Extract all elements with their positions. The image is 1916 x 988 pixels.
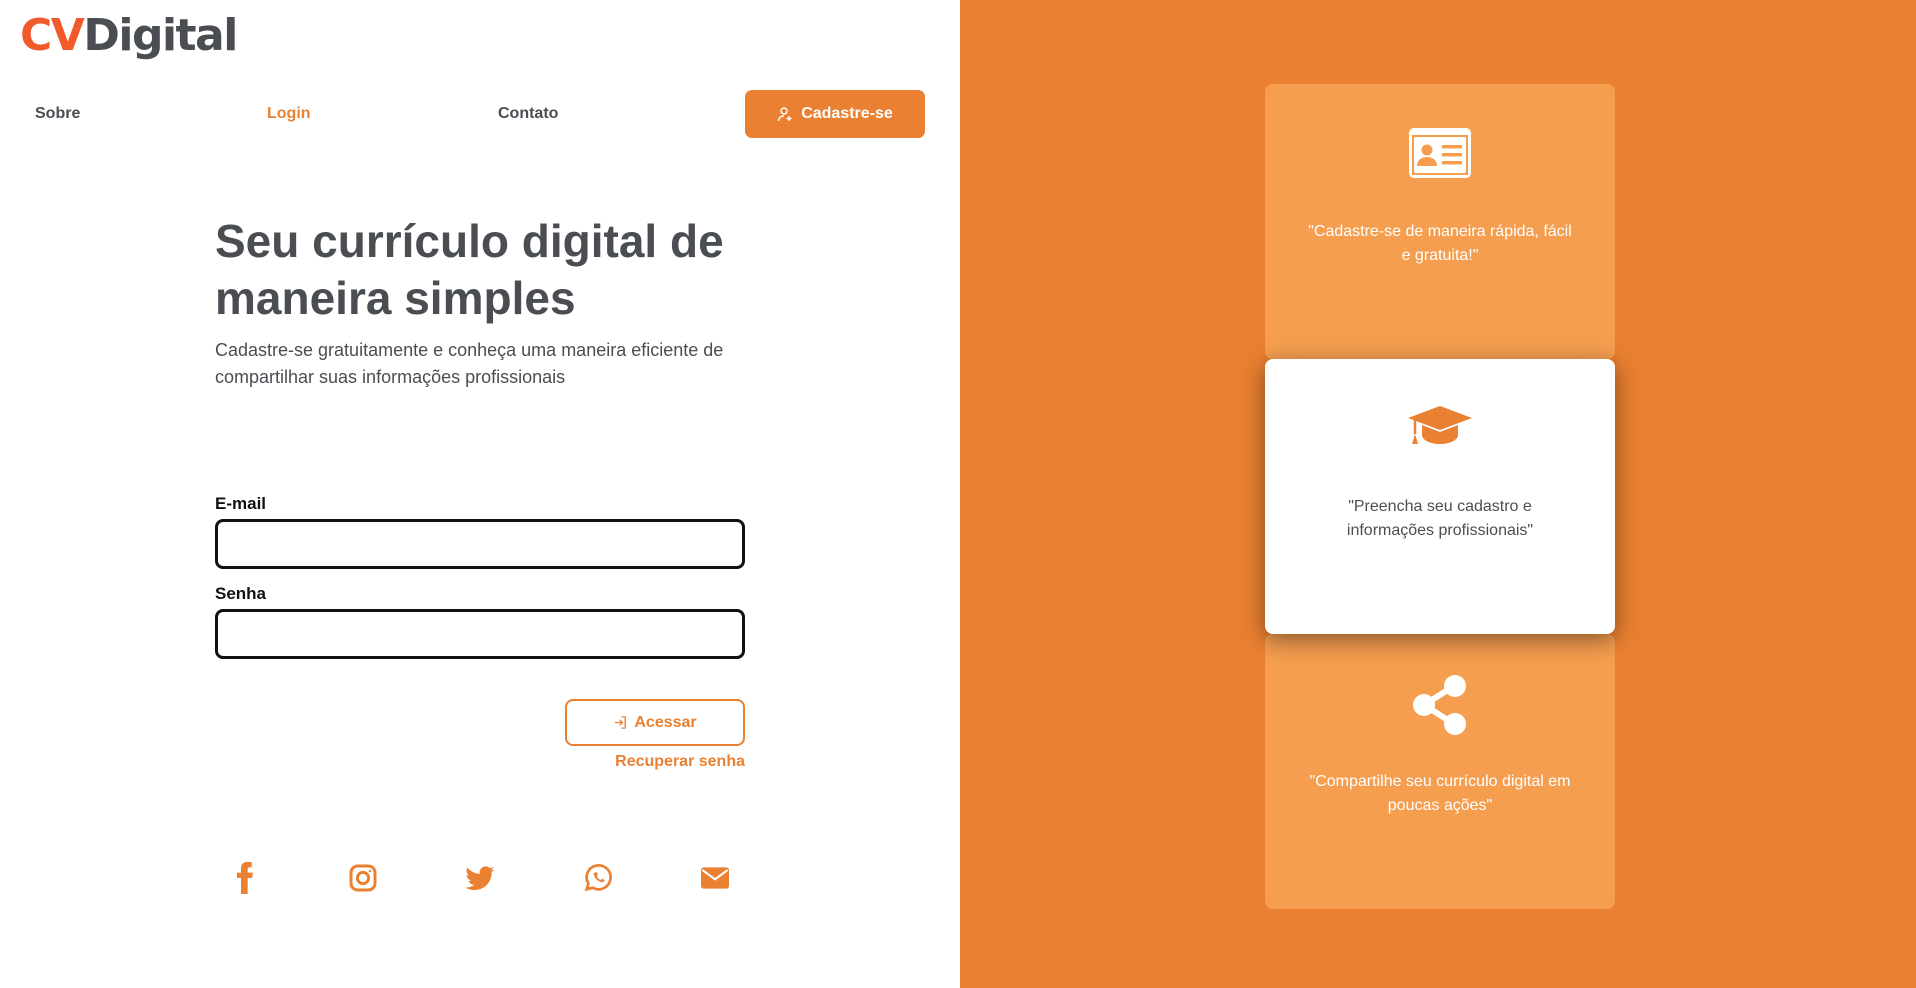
card-text: "Cadastre-se de maneira rápida, fácil e …	[1308, 223, 1572, 264]
hero-subtitle: Cadastre-se gratuitamente e conheça uma …	[215, 340, 724, 387]
card-text: "Compartilhe seu currículo digital em po…	[1309, 773, 1571, 814]
share-icon	[1413, 675, 1466, 735]
signup-label: Cadastre-se	[801, 105, 893, 122]
logo-digital: Digital	[83, 10, 238, 61]
instagram-link[interactable]	[345, 860, 381, 896]
access-button[interactable]: Acessar	[565, 699, 745, 746]
id-card-icon	[1409, 128, 1471, 178]
email-link[interactable]	[697, 860, 733, 896]
whatsapp-link[interactable]	[580, 860, 616, 896]
nav-sobre[interactable]: Sobre	[35, 104, 80, 124]
nav-contato[interactable]: Contato	[498, 104, 558, 124]
logo[interactable]: CVDigital	[20, 8, 238, 64]
hero-title: Seu currículo digital de maneira simples	[215, 215, 724, 324]
email-label: E-mail	[215, 494, 267, 513]
user-plus-icon	[777, 107, 792, 122]
graduation-cap-icon	[1408, 406, 1472, 444]
password-label: Senha	[215, 584, 267, 603]
email-field[interactable]	[215, 519, 745, 569]
left-panel: CVDigital Sobre Login Contato Cadastre-s…	[0, 0, 960, 988]
password-field[interactable]	[215, 609, 745, 659]
feature-card-share: "Compartilhe seu currículo digital em po…	[1265, 634, 1615, 909]
sign-in-icon	[615, 716, 627, 729]
twitter-icon	[465, 866, 495, 891]
access-label: Acessar	[634, 713, 697, 731]
facebook-link[interactable]	[227, 860, 263, 896]
facebook-icon	[237, 862, 253, 894]
card-text: "Preencha seu cadastro e informações pro…	[1346, 498, 1534, 539]
twitter-link[interactable]	[462, 860, 498, 896]
signup-button[interactable]: Cadastre-se	[745, 90, 925, 138]
feature-card-profile: "Preencha seu cadastro e informações pro…	[1265, 359, 1615, 634]
email-icon	[701, 867, 729, 889]
recover-password-link[interactable]: Recuperar senha	[565, 753, 745, 771]
instagram-icon	[349, 864, 377, 892]
feature-card-signup: "Cadastre-se de maneira rápida, fácil e …	[1265, 84, 1615, 359]
logo-cv: CV	[20, 10, 85, 61]
whatsapp-icon	[584, 863, 612, 892]
nav-login[interactable]: Login	[267, 104, 311, 124]
